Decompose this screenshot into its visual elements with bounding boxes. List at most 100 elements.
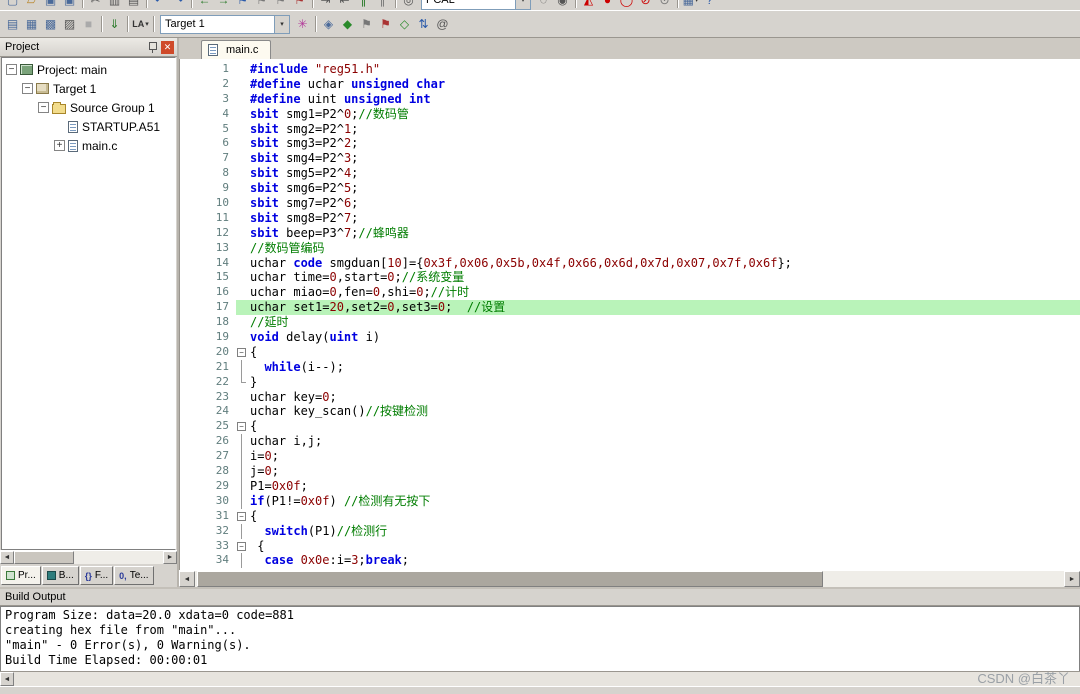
code-line[interactable]: 20−{ bbox=[180, 344, 1080, 360]
code-line[interactable]: 27 i=0; bbox=[180, 449, 1080, 465]
code-line[interactable]: 24 uchar key_scan()//按键检测 bbox=[180, 404, 1080, 420]
open-file-icon[interactable]: ▱ bbox=[22, 0, 41, 10]
code-line[interactable]: 11 sbit smg8=P2^7; bbox=[180, 210, 1080, 226]
copy-icon[interactable]: ▥ bbox=[105, 0, 124, 10]
tree-item-target-1[interactable]: − Target 1 bbox=[2, 79, 175, 98]
options-for-target-icon[interactable]: ✳ bbox=[293, 15, 312, 34]
panel-tab-books[interactable]: B... bbox=[41, 566, 79, 585]
comment-icon[interactable]: ∥ bbox=[354, 0, 373, 10]
tree-expander-icon[interactable]: − bbox=[6, 64, 17, 75]
kill-breakpoints-icon[interactable]: ⊘ bbox=[636, 0, 655, 10]
project-scroll-left-button[interactable]: ◄ bbox=[0, 551, 14, 564]
tree-item-source-group-1[interactable]: − Source Group 1 bbox=[2, 98, 175, 117]
code-line[interactable]: 31−{ bbox=[180, 508, 1080, 524]
code-line[interactable]: 23 uchar key=0; bbox=[180, 389, 1080, 405]
find-combo-dropdown-icon[interactable]: ▾ bbox=[515, 0, 530, 9]
close-icon[interactable]: ✕ bbox=[161, 40, 174, 54]
diamond-icon[interactable]: ◇ bbox=[395, 15, 414, 34]
prev-bookmark-icon[interactable]: ⚑ bbox=[252, 0, 271, 10]
build-icon[interactable]: ▦ bbox=[22, 15, 41, 34]
flag-red-icon[interactable]: ⚑ bbox=[376, 15, 395, 34]
windows-icon-dropdown-icon[interactable]: ▾ bbox=[695, 0, 699, 4]
code-line[interactable]: 32 switch(P1)//检测行 bbox=[180, 523, 1080, 539]
target-combo-dropdown-icon[interactable]: ▾ bbox=[274, 15, 289, 33]
code-line[interactable]: 7 sbit smg4=P2^3; bbox=[180, 151, 1080, 167]
enable-breakpoints-icon[interactable]: ⊙ bbox=[655, 0, 674, 10]
fold-collapse-icon[interactable]: − bbox=[236, 345, 248, 360]
undo-icon[interactable]: ↶ bbox=[150, 0, 169, 10]
code-line[interactable]: 33− { bbox=[180, 538, 1080, 554]
logic-analyzer-icon-dropdown-icon[interactable]: ▾ bbox=[145, 20, 149, 28]
project-scroll-thumb[interactable] bbox=[14, 551, 74, 564]
tree-expander-icon[interactable]: − bbox=[38, 102, 49, 113]
code-line[interactable]: 17 uchar set1=20,set2=0,set3=0; //设置 bbox=[180, 300, 1080, 316]
code-line[interactable]: 13 //数码管编码 bbox=[180, 240, 1080, 256]
code-line[interactable]: 18 //延时 bbox=[180, 315, 1080, 331]
redo-icon[interactable]: ↷ bbox=[169, 0, 188, 10]
code-line[interactable]: 21 while(i--); bbox=[180, 359, 1080, 375]
insert-breakpoint-icon[interactable]: ● bbox=[598, 0, 617, 10]
rebuild-all-icon[interactable]: ▩ bbox=[41, 15, 60, 34]
fold-collapse-icon[interactable]: − bbox=[236, 419, 248, 434]
project-scroll-track[interactable] bbox=[14, 551, 163, 564]
uncomment-icon[interactable]: ∥ bbox=[373, 0, 392, 10]
editor-scroll-thumb[interactable] bbox=[197, 571, 823, 587]
pin-icon[interactable] bbox=[146, 41, 158, 54]
indent-icon[interactable]: ⇥ bbox=[316, 0, 335, 10]
cube-icon[interactable]: ◆ bbox=[338, 15, 357, 34]
code-line[interactable]: 2 #define uchar unsigned char bbox=[180, 76, 1080, 92]
code-line[interactable]: 29 P1=0x0f; bbox=[180, 478, 1080, 494]
flag-icon[interactable]: ⚑ bbox=[357, 15, 376, 34]
tree-expander-icon[interactable]: + bbox=[54, 140, 65, 151]
download-icon[interactable]: ⇓ bbox=[105, 15, 124, 34]
code-line[interactable]: 3 #define uint unsigned int bbox=[180, 91, 1080, 107]
code-line[interactable]: 12 sbit beep=P3^7;//蜂鸣器 bbox=[180, 225, 1080, 241]
build-output-log[interactable]: Program Size: data=20.0 xdata=0 code=881… bbox=[0, 606, 1080, 671]
translate-file-icon[interactable]: ▤ bbox=[3, 15, 22, 34]
start-stop-debug-icon[interactable]: ◭ bbox=[579, 0, 598, 10]
navigate-icon[interactable]: ⇅ bbox=[414, 15, 433, 34]
output-scroll-track[interactable] bbox=[14, 672, 1080, 686]
code-line[interactable]: 1 #include "reg51.h" bbox=[180, 62, 1080, 77]
fold-collapse-icon[interactable]: − bbox=[236, 539, 248, 554]
code-line[interactable]: 16 uchar miao=0,fen=0,shi=0;//计时 bbox=[180, 285, 1080, 301]
code-line[interactable]: 26 uchar i,j; bbox=[180, 434, 1080, 450]
code-line[interactable]: 30 if(P1!=0x0f) //检测有无按下 bbox=[180, 493, 1080, 509]
editor-scroll-track[interactable] bbox=[195, 571, 1064, 587]
code-line[interactable]: 19 void delay(uint i) bbox=[180, 330, 1080, 345]
incremental-find-icon[interactable]: ◉ bbox=[553, 0, 572, 10]
spiral-icon[interactable]: @ bbox=[433, 15, 452, 34]
cut-icon[interactable]: ✂ bbox=[86, 0, 105, 10]
editor-scroll-right-button[interactable]: ► bbox=[1064, 571, 1080, 587]
find-combo[interactable]: PCAL ▾ bbox=[421, 0, 531, 10]
code-editor[interactable]: 1 #include "reg51.h" 2 #define uchar unsign… bbox=[179, 59, 1080, 570]
jump-back-icon[interactable]: ← bbox=[195, 0, 214, 10]
clear-bookmarks-icon[interactable]: ⚑ bbox=[290, 0, 309, 10]
code-line[interactable]: 5 sbit smg2=P2^1; bbox=[180, 121, 1080, 137]
code-line[interactable]: 10 sbit smg7=P2^6; bbox=[180, 196, 1080, 211]
code-line[interactable]: 14 uchar code smgduan[10]={0x3f,0x06,0x5b… bbox=[180, 255, 1080, 271]
batch-build-icon[interactable]: ▨ bbox=[60, 15, 79, 34]
new-file-icon[interactable]: ▢ bbox=[3, 0, 22, 10]
project-scroll-right-button[interactable]: ► bbox=[163, 551, 177, 564]
bookmark-icon[interactable]: ⚑ bbox=[233, 0, 252, 10]
save-icon[interactable]: ▣ bbox=[41, 0, 60, 10]
code-line[interactable]: 34 case 0x0e:i=3;break; bbox=[180, 553, 1080, 569]
code-line[interactable]: 9 sbit smg6=P2^5; bbox=[180, 181, 1080, 197]
tree-item-project-main[interactable]: − Project: main bbox=[2, 60, 175, 79]
file-extensions-icon[interactable]: ◈ bbox=[319, 15, 338, 34]
disable-breakpoint-icon[interactable]: ◯ bbox=[617, 0, 636, 10]
target-combo[interactable]: Target 1 ▾ bbox=[160, 14, 290, 34]
windows-icon[interactable]: ▦ ▾ bbox=[681, 0, 700, 10]
save-all-icon[interactable]: ▣ bbox=[60, 0, 79, 10]
tree-item-main-c[interactable]: + main.c bbox=[2, 136, 175, 155]
help-icon[interactable]: ? bbox=[700, 0, 719, 10]
next-bookmark-icon[interactable]: ⚑ bbox=[271, 0, 290, 10]
paste-icon[interactable]: ▤ bbox=[124, 0, 143, 10]
tree-expander-icon[interactable]: − bbox=[22, 83, 33, 94]
code-line[interactable]: 8 sbit smg5=P2^4; bbox=[180, 166, 1080, 182]
editor-scroll-left-button[interactable]: ◄ bbox=[179, 571, 195, 587]
tab-main-c[interactable]: main.c bbox=[201, 40, 272, 59]
code-line[interactable]: 6 sbit smg3=P2^2; bbox=[180, 136, 1080, 152]
output-scroll-left-button[interactable]: ◄ bbox=[0, 672, 14, 686]
